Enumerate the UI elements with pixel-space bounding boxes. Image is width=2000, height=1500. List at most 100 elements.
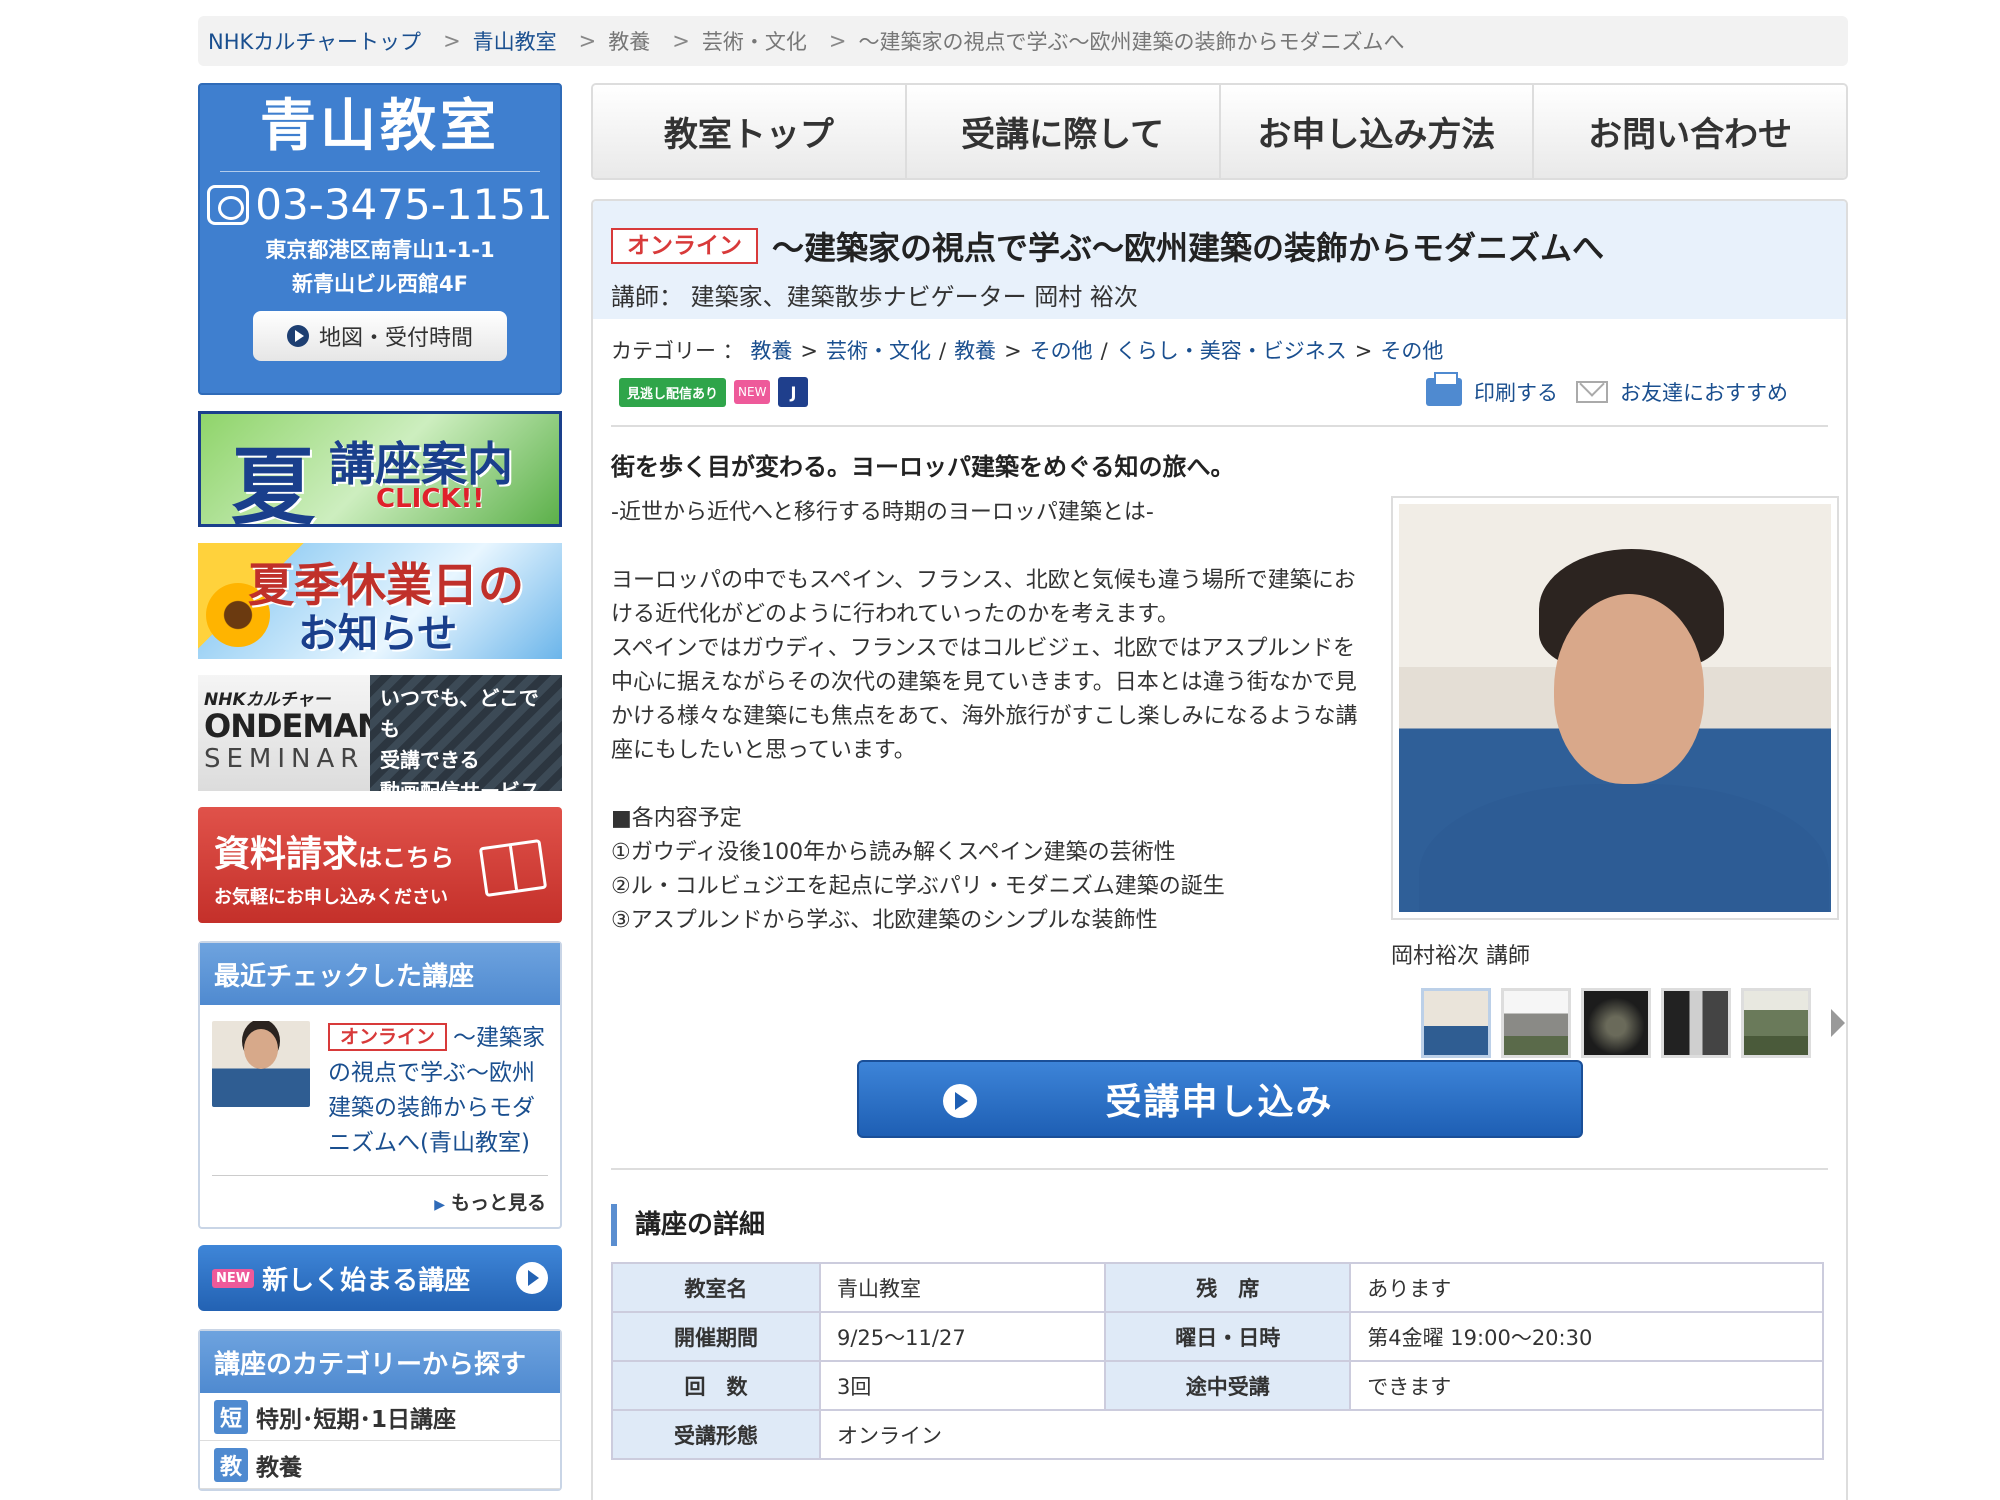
summer-holiday-banner[interactable]: 夏季休業日の お知らせ bbox=[198, 543, 562, 659]
ondemand-logo: NHKカルチャー ONDEMAND SEMINAR bbox=[198, 675, 409, 791]
nav-attendance-info[interactable]: 受講に際して bbox=[906, 85, 1221, 178]
recent-course-link[interactable]: オンライン 〜建築家の視点で学ぶ〜欧州建築の装飾からモダニズムへ(青山教室) bbox=[328, 1021, 548, 1161]
table-row: 受講形態 オンライン bbox=[611, 1409, 1824, 1460]
short-course-icon: 短 bbox=[214, 1399, 248, 1434]
recent-course-item[interactable]: オンライン 〜建築家の視点で学ぶ〜欧州建築の装飾からモダニズムへ(青山教室) bbox=[200, 1005, 560, 1161]
thumbnail-tower[interactable] bbox=[1661, 988, 1731, 1058]
next-arrow-icon[interactable] bbox=[1831, 1009, 1845, 1037]
photo-thumbnails bbox=[1421, 988, 1845, 1058]
separator: > bbox=[1004, 339, 1022, 363]
breadcrumb-subcategory: 芸術・文化 bbox=[701, 30, 807, 54]
instructor-photo bbox=[1391, 496, 1839, 920]
breadcrumb-separator: > bbox=[828, 29, 847, 53]
breadcrumb-separator: > bbox=[672, 29, 690, 53]
nav-school-top[interactable]: 教室トップ bbox=[593, 85, 907, 178]
online-badge: オンライン bbox=[611, 228, 758, 264]
print-link[interactable]: 印刷する bbox=[1474, 377, 1558, 407]
see-more-link[interactable]: もっと見る bbox=[200, 1176, 560, 1227]
table-header: 曜日・日時 bbox=[1104, 1311, 1352, 1362]
description-line: スペインではガウディ、フランスではコルビジェ、北欧ではアスプルンドを中心に据えな… bbox=[611, 636, 1358, 763]
divider bbox=[611, 425, 1828, 427]
recent-course-thumbnail[interactable] bbox=[212, 1021, 310, 1107]
breadcrumb-school-link[interactable]: 青山教室 bbox=[473, 26, 557, 56]
play-icon bbox=[286, 325, 309, 348]
category-link[interactable]: 教養 bbox=[954, 339, 996, 363]
category-item-label: 教養 bbox=[256, 1454, 302, 1481]
map-hours-label: 地図・受付時間 bbox=[318, 326, 473, 352]
summer-courses-banner[interactable]: 夏 講座案内 CLICK!! bbox=[198, 411, 562, 527]
left-sidebar: 青山教室 03-3475-1151 東京都港区南青山1-1-1 新青山ビル西館4… bbox=[198, 83, 562, 1491]
table-cell: 3回 bbox=[818, 1360, 1107, 1411]
brochure-request-banner[interactable]: 資料請求はこちら お気軽にお申し込みください bbox=[198, 807, 562, 923]
category-search-title: 講座のカテゴリーから探す bbox=[200, 1331, 560, 1393]
category-item-label: 特別･短期･1日講座 bbox=[256, 1406, 457, 1433]
ondemand-seminar-banner[interactable]: NHKカルチャー ONDEMAND SEMINAR いつでも、どこでも 受講でき… bbox=[198, 675, 562, 791]
new-tag: NEW bbox=[212, 1268, 255, 1288]
arrow-circle-icon bbox=[516, 1262, 548, 1294]
table-cell: 青山教室 bbox=[818, 1262, 1107, 1313]
apply-button-label: 受講申し込み bbox=[1105, 1082, 1334, 1123]
course-body: カテゴリー ： 教養 > 芸術・文化 / 教養 > その他 / くらし・美容・ビジネス > その他 … bbox=[593, 319, 1846, 1460]
instructor-photo-caption: 岡村裕次 講師 bbox=[1391, 944, 1530, 969]
new-courses-label: 新しく始まる講座 bbox=[262, 1265, 471, 1296]
course-title: 〜建築家の視点で学ぶ〜欧州建築の装飾からモダニズムへ bbox=[772, 229, 1605, 267]
instructor-photo-image bbox=[1399, 504, 1831, 912]
course-tags: 見逃し配信あり NEW J 印刷する お友達におすすめ bbox=[611, 372, 1828, 407]
new-courses-button[interactable]: NEW 新しく始まる講座 bbox=[198, 1245, 562, 1311]
liberal-arts-icon: 教 bbox=[214, 1447, 248, 1482]
share-tools: 印刷する お友達におすすめ bbox=[1426, 372, 1788, 407]
ondemand-line3: 動画配信サービス bbox=[380, 779, 540, 791]
course-details-table: 教室名 青山教室 残 席 あります 開催期間 9/25〜11/27 曜日・日時 … bbox=[611, 1262, 1824, 1460]
category-link[interactable]: その他 bbox=[1380, 339, 1443, 363]
details-section-title: 講座の詳細 bbox=[611, 1204, 1828, 1246]
breadcrumb-separator: > bbox=[443, 29, 461, 53]
description-line bbox=[611, 768, 1361, 802]
separator: > bbox=[1354, 339, 1373, 363]
table-cell: できます bbox=[1349, 1360, 1824, 1411]
course-lead: 街を歩く目が変わる。ヨーロッパ建築をめぐる知の旅へ。 bbox=[611, 453, 1235, 481]
category-link[interactable]: 芸術・文化 bbox=[826, 339, 931, 363]
recently-viewed-title: 最近チェックした講座 bbox=[200, 943, 560, 1005]
ondemand-line2: 受講できる bbox=[380, 748, 480, 772]
nav-contact[interactable]: お問い合わせ bbox=[1534, 85, 1846, 178]
thumbnail-park[interactable] bbox=[1741, 988, 1811, 1058]
breadcrumb-separator: > bbox=[578, 29, 597, 53]
breadcrumb-top-link[interactable]: NHKカルチャートップ bbox=[208, 26, 421, 56]
thumbnail-interior[interactable] bbox=[1581, 988, 1651, 1058]
summer-banner-click: CLICK!! bbox=[376, 484, 485, 514]
category-link[interactable]: くらし・美容・ビジネス bbox=[1116, 339, 1347, 363]
photo-face bbox=[1554, 594, 1704, 784]
school-address-line2: 新青山ビル西館4F bbox=[292, 272, 468, 297]
table-header: 回 数 bbox=[611, 1360, 821, 1411]
thumbnail-building[interactable] bbox=[1501, 988, 1571, 1058]
new-tag: NEW bbox=[734, 380, 771, 404]
online-badge: オンライン bbox=[328, 1023, 448, 1051]
j-badge-icon: J bbox=[778, 377, 809, 407]
course-description: -近世から近代へと移行する時期のヨーロッパ建築とは- ヨーロッパの中でもスペイン… bbox=[611, 496, 1361, 938]
catchup-stream-tag: 見逃し配信あり bbox=[619, 377, 727, 407]
thumbnail-instructor[interactable] bbox=[1421, 988, 1491, 1058]
ondemand-seminar: SEMINAR bbox=[204, 743, 365, 774]
table-row: 回 数 3回 途中受講 できます bbox=[611, 1360, 1824, 1411]
separator: / bbox=[938, 339, 947, 363]
play-icon bbox=[942, 1084, 977, 1118]
category-link[interactable]: その他 bbox=[1030, 339, 1093, 363]
category-item-liberal-arts[interactable]: 教 教養 bbox=[200, 1441, 560, 1489]
description-line bbox=[611, 530, 1361, 564]
category-item-special[interactable]: 短 特別･短期･1日講座 bbox=[200, 1393, 560, 1441]
map-hours-button[interactable]: 地図・受付時間 bbox=[253, 311, 507, 362]
table-row: 教室名 青山教室 残 席 あります bbox=[611, 1262, 1824, 1313]
nav-how-to-apply[interactable]: お申し込み方法 bbox=[1220, 85, 1535, 178]
course-teacher: 講師： 建築家、建築散歩ナビゲーター 岡村 裕次 bbox=[611, 283, 1138, 311]
ondemand-title: ONDEMAND bbox=[204, 707, 409, 745]
category-link[interactable]: 教養 bbox=[750, 339, 792, 363]
request-title-main: 資料請求 bbox=[214, 834, 359, 875]
apply-button[interactable]: 受講申し込み bbox=[856, 1060, 1583, 1138]
separator: / bbox=[1100, 339, 1108, 363]
school-name: 青山教室 bbox=[260, 94, 500, 159]
recommend-link[interactable]: お友達におすすめ bbox=[1620, 377, 1788, 407]
table-cell: 9/25〜11/27 bbox=[818, 1311, 1107, 1362]
request-title-small: はこちら bbox=[358, 844, 455, 872]
table-cell: あります bbox=[1349, 1262, 1824, 1313]
holiday-banner-line2: お知らせ bbox=[298, 611, 458, 657]
